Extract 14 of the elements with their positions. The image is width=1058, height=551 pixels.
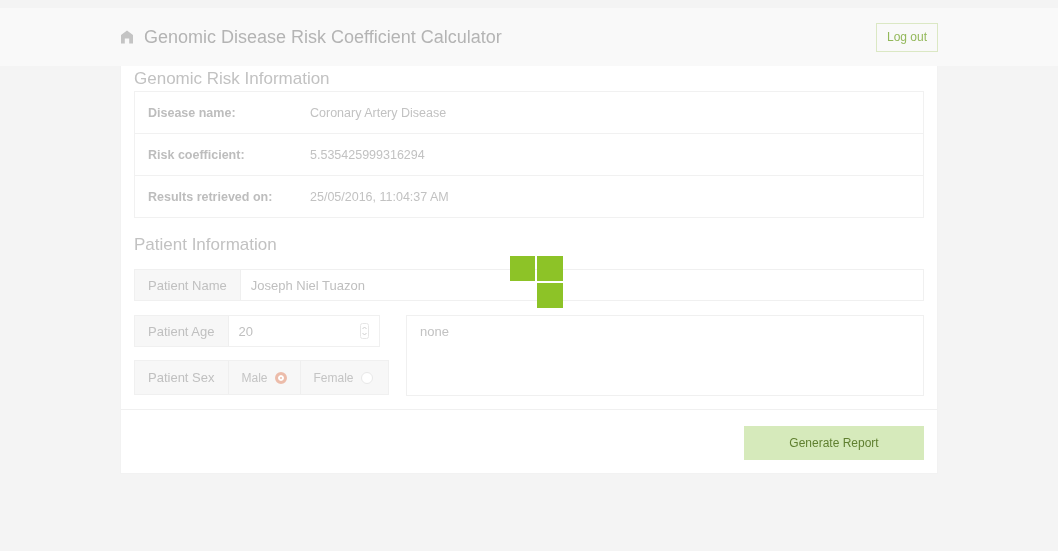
section-heading: Patient Information (134, 234, 277, 256)
home-icon[interactable] (120, 30, 134, 44)
field-label: Risk coefficient: (134, 133, 297, 176)
logout-button[interactable]: Log out (875, 22, 938, 52)
field-value: 25/05/2016, 11:04:37 AM (297, 175, 924, 218)
field-value: Coronary Artery Disease (297, 91, 924, 134)
notes-text-area[interactable]: none (406, 315, 924, 396)
section-heading: Genomic Risk Information (134, 68, 330, 90)
app-title: Genomic Disease Risk Coefficient Calculator (144, 26, 502, 48)
radio-button[interactable] (274, 371, 287, 384)
generate-report-button[interactable]: Generate Report (744, 426, 924, 460)
field-label: Results retrieved on: (134, 175, 297, 218)
field-value: 5.535425999316294 (297, 133, 924, 176)
field-label: Disease name: (134, 91, 297, 134)
